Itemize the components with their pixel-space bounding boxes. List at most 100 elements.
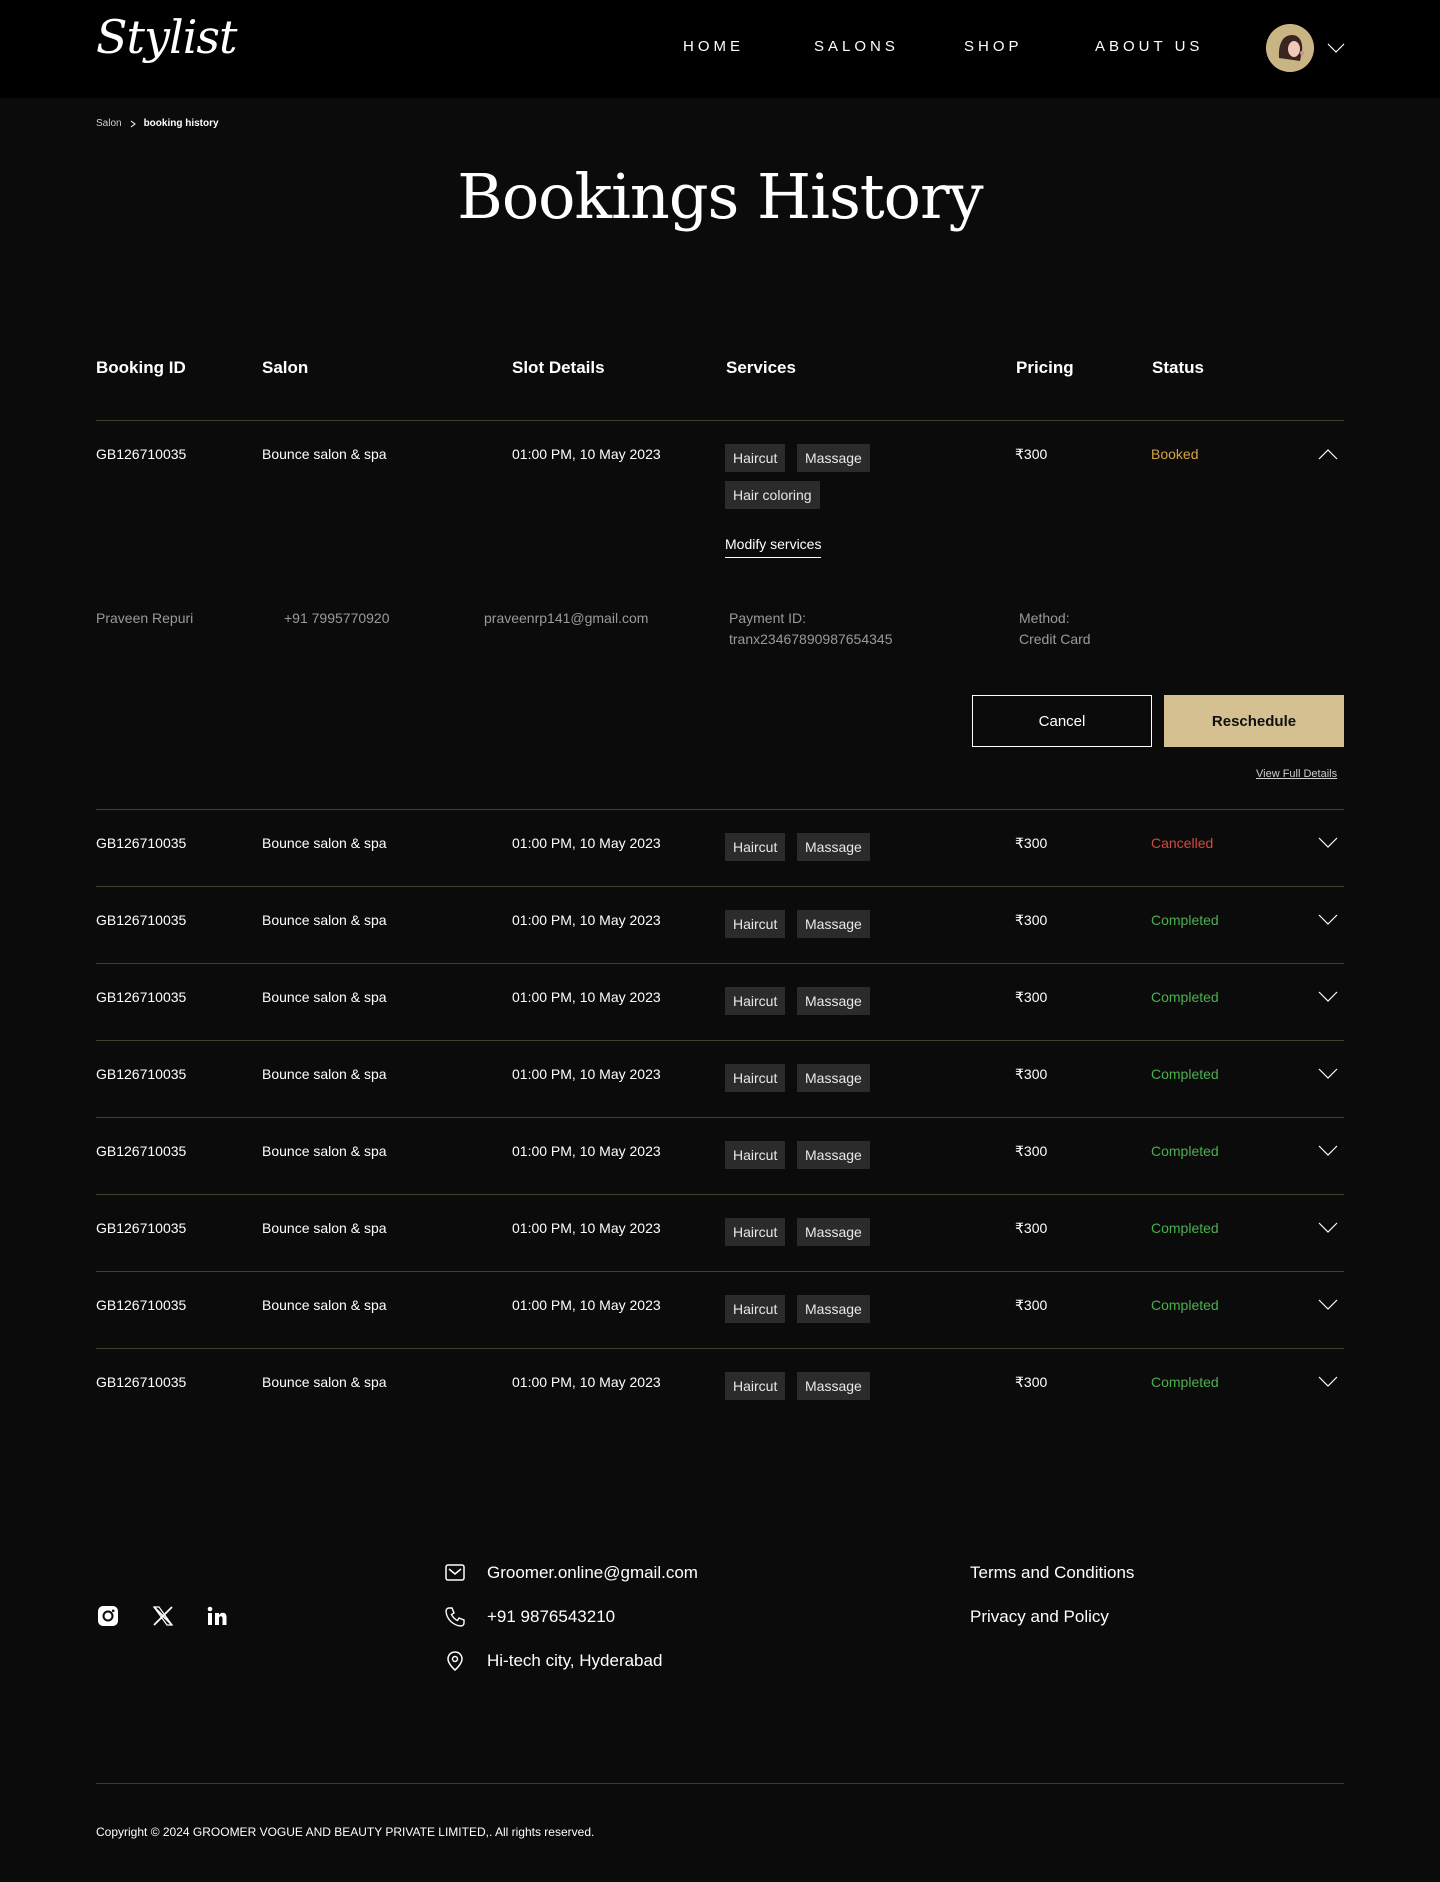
nav-salons[interactable]: SALONS bbox=[814, 38, 899, 55]
slot-details: 01:00 PM, 10 May 2023 bbox=[512, 1374, 661, 1390]
linkedin-icon[interactable] bbox=[205, 1604, 229, 1628]
divider bbox=[96, 1271, 1344, 1272]
chevron-down-icon[interactable] bbox=[1317, 1144, 1339, 1158]
x-icon[interactable] bbox=[151, 1604, 175, 1628]
avatar[interactable] bbox=[1266, 24, 1314, 72]
chevron-down-icon[interactable] bbox=[1317, 1221, 1339, 1235]
mail-icon bbox=[445, 1564, 465, 1581]
page-title: Bookings History bbox=[457, 160, 983, 233]
column-header-services: Services bbox=[726, 358, 796, 377]
salon-name: Bounce salon & spa bbox=[262, 1066, 387, 1082]
payment-id-label: Payment ID: bbox=[729, 610, 807, 626]
chevron-down-icon[interactable] bbox=[1317, 836, 1339, 850]
service-tag: Massage bbox=[797, 1372, 870, 1400]
service-tag: Massage bbox=[797, 1064, 870, 1092]
booking-id: GB126710035 bbox=[96, 1220, 187, 1236]
breadcrumb-current: booking history bbox=[143, 118, 219, 129]
slot-details: 01:00 PM, 10 May 2023 bbox=[512, 446, 661, 462]
service-tag: Haircut bbox=[725, 444, 786, 472]
service-tag: Massage bbox=[797, 1218, 870, 1246]
booking-id: GB126710035 bbox=[96, 912, 187, 928]
status-badge: Completed bbox=[1151, 1297, 1219, 1313]
slot-details: 01:00 PM, 10 May 2023 bbox=[512, 1220, 661, 1236]
divider bbox=[96, 1040, 1344, 1041]
privacy-link[interactable]: Privacy and Policy bbox=[970, 1607, 1109, 1627]
divider bbox=[96, 1348, 1344, 1349]
status-badge: Completed bbox=[1151, 1220, 1219, 1236]
status-badge: Booked bbox=[1151, 446, 1199, 462]
salon-name: Bounce salon & spa bbox=[262, 1220, 387, 1236]
footer-phone[interactable]: +91 9876543210 bbox=[487, 1607, 615, 1627]
chevron-down-icon[interactable] bbox=[1317, 1298, 1339, 1312]
booking-id: GB126710035 bbox=[96, 1066, 187, 1082]
status-badge: Completed bbox=[1151, 912, 1219, 928]
booking-id: GB126710035 bbox=[96, 1297, 187, 1313]
status-badge: Cancelled bbox=[1151, 835, 1214, 851]
service-tag: Massage bbox=[797, 1295, 870, 1323]
service-tag: Haircut bbox=[725, 1064, 786, 1092]
payment-id: tranx23467890987654345 bbox=[729, 631, 893, 647]
divider bbox=[96, 963, 1344, 964]
slot-details: 01:00 PM, 10 May 2023 bbox=[512, 1143, 661, 1159]
service-tag: Massage bbox=[797, 1141, 870, 1169]
price: ₹300 bbox=[1015, 1220, 1048, 1236]
price: ₹300 bbox=[1015, 912, 1048, 928]
chevron-down-icon[interactable] bbox=[1317, 1375, 1339, 1389]
customer-name: Praveen Repuri bbox=[96, 610, 194, 626]
booking-id: GB126710035 bbox=[96, 1143, 187, 1159]
salon-name: Bounce salon & spa bbox=[262, 912, 387, 928]
footer-email[interactable]: Groomer.online@gmail.com bbox=[487, 1563, 698, 1583]
reschedule-button[interactable]: Reschedule bbox=[1164, 695, 1344, 747]
divider bbox=[96, 886, 1344, 887]
salon-name: Bounce salon & spa bbox=[262, 446, 387, 462]
booking-id: GB126710035 bbox=[96, 1374, 187, 1390]
divider bbox=[96, 1117, 1344, 1118]
slot-details: 01:00 PM, 10 May 2023 bbox=[512, 1066, 661, 1082]
chevron-down-icon[interactable] bbox=[1317, 1067, 1339, 1081]
avatar-image bbox=[1266, 24, 1314, 72]
nav-about-us[interactable]: ABOUT US bbox=[1095, 38, 1203, 55]
price: ₹300 bbox=[1015, 446, 1048, 462]
divider bbox=[96, 420, 1344, 421]
logo[interactable]: Stylist bbox=[96, 10, 238, 64]
price: ₹300 bbox=[1015, 835, 1048, 851]
divider bbox=[96, 1194, 1344, 1195]
terms-link[interactable]: Terms and Conditions bbox=[970, 1563, 1134, 1583]
service-tag: Haircut bbox=[725, 833, 786, 861]
slot-details: 01:00 PM, 10 May 2023 bbox=[512, 912, 661, 928]
location-icon bbox=[447, 1651, 463, 1671]
price: ₹300 bbox=[1015, 1374, 1048, 1390]
phone-icon bbox=[445, 1607, 465, 1627]
breadcrumb-salon[interactable]: Salon bbox=[96, 118, 122, 129]
divider bbox=[96, 809, 1344, 810]
slot-details: 01:00 PM, 10 May 2023 bbox=[512, 835, 661, 851]
price: ₹300 bbox=[1015, 1066, 1048, 1082]
modify-services-link[interactable]: Modify services bbox=[725, 536, 822, 558]
chevron-down-icon[interactable] bbox=[1317, 990, 1339, 1004]
column-header-pricing: Pricing bbox=[1016, 358, 1074, 377]
slot-details: 01:00 PM, 10 May 2023 bbox=[512, 989, 661, 1005]
service-tag: Haircut bbox=[725, 910, 786, 938]
price: ₹300 bbox=[1015, 1143, 1048, 1159]
salon-name: Bounce salon & spa bbox=[262, 1143, 387, 1159]
instagram-icon[interactable] bbox=[96, 1604, 120, 1628]
price: ₹300 bbox=[1015, 989, 1048, 1005]
service-tag: Massage bbox=[797, 444, 870, 472]
customer-email: praveenrp141@gmail.com bbox=[484, 610, 649, 626]
service-tag: Massage bbox=[797, 910, 870, 938]
chevron-down-icon[interactable] bbox=[1317, 913, 1339, 927]
chevron-down-icon[interactable] bbox=[1326, 42, 1346, 54]
chevron-up-icon[interactable] bbox=[1317, 447, 1339, 461]
salon-name: Bounce salon & spa bbox=[262, 835, 387, 851]
salon-name: Bounce salon & spa bbox=[262, 1297, 387, 1313]
nav-home[interactable]: HOME bbox=[683, 38, 744, 55]
payment-method: Credit Card bbox=[1019, 631, 1091, 647]
nav-shop[interactable]: SHOP bbox=[964, 38, 1023, 55]
cancel-button[interactable]: Cancel bbox=[972, 695, 1152, 747]
price: ₹300 bbox=[1015, 1297, 1048, 1313]
header: Stylist HOME SALONS SHOP ABOUT US bbox=[0, 0, 1440, 98]
view-full-details-link[interactable]: View Full Details bbox=[1256, 768, 1337, 780]
service-tag: Haircut bbox=[725, 1141, 786, 1169]
booking-id: GB126710035 bbox=[96, 989, 187, 1005]
status-badge: Completed bbox=[1151, 989, 1219, 1005]
